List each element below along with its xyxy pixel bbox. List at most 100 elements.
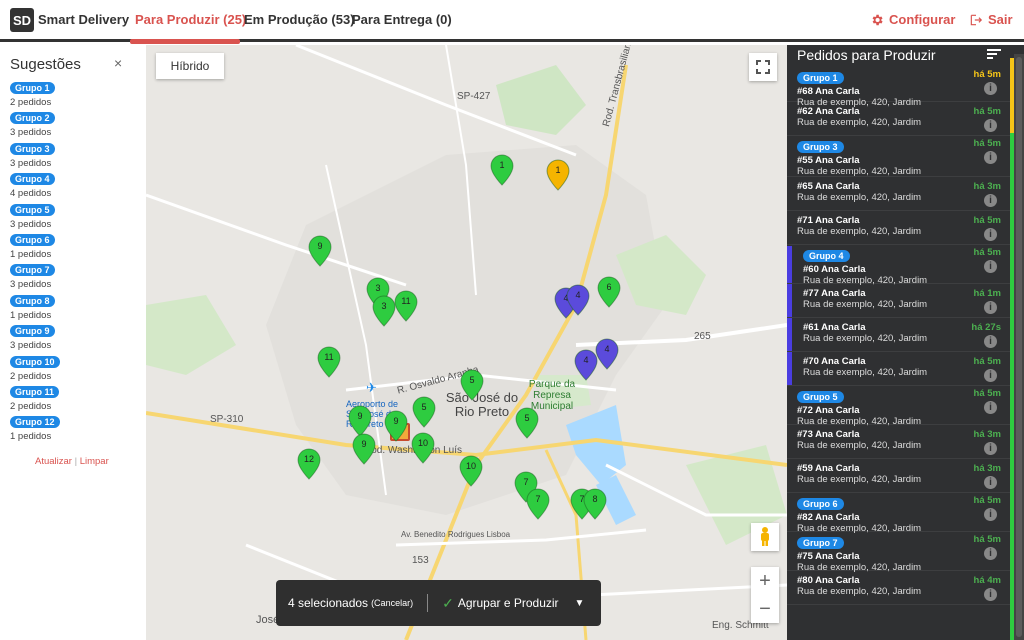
order-item[interactable]: Grupo 3 #55 Ana Carla Rua de exemplo, 420,… (787, 137, 1015, 177)
suggestion-group[interactable]: Grupo 7 3 pedidos (10, 260, 60, 290)
order-item[interactable]: #62 Ana Carla Rua de exemplo, 420, Jardim… (787, 102, 1015, 136)
info-icon[interactable]: i (984, 228, 997, 241)
chevron-down-icon[interactable]: ▼ (575, 598, 585, 609)
suggestion-group[interactable]: Grupo 10 2 pedidos (10, 352, 60, 382)
info-icon[interactable]: i (984, 82, 997, 95)
info-icon[interactable]: i (984, 335, 997, 348)
suggestion-group[interactable]: Grupo 11 2 pedidos (10, 382, 60, 412)
map-marker[interactable]: 11 (394, 290, 418, 322)
map-label-153: 153 (412, 555, 429, 566)
order-item[interactable]: #77 Ana Carla Rua de exemplo, 420, Jardim… (787, 284, 1015, 318)
group-badge[interactable]: Grupo 3 (10, 142, 55, 155)
tab-para-entrega[interactable]: Para Entrega (0) (352, 12, 452, 27)
tab-para-produzir[interactable]: Para Produzir (25) (135, 12, 246, 27)
map-marker[interactable]: 10 (459, 455, 483, 487)
configure-button[interactable]: Configurar (870, 12, 955, 27)
hybrid-map-button[interactable]: Híbrido (156, 53, 224, 79)
info-icon[interactable]: i (984, 442, 997, 455)
map-marker[interactable]: 11 (317, 346, 341, 378)
close-icon[interactable]: × (114, 55, 122, 71)
group-and-produce-button[interactable]: ✓ Agrupar e Produzir (442, 595, 558, 612)
fullscreen-button[interactable] (749, 53, 777, 81)
group-badge[interactable]: Grupo 4 (10, 173, 55, 186)
sort-icon[interactable] (987, 49, 1001, 61)
group-badge[interactable]: Grupo 5 (10, 203, 55, 216)
info-icon[interactable]: i (984, 119, 997, 132)
group-badge[interactable]: Grupo 8 (10, 294, 55, 307)
info-icon[interactable]: i (984, 194, 997, 207)
map-marker[interactable]: 4 (595, 338, 619, 370)
order-item[interactable]: #73 Ana Carla Rua de exemplo, 420, Jardim… (787, 425, 1015, 459)
cancel-selection-link[interactable]: (Cancelar) (371, 598, 413, 608)
order-item[interactable]: Grupo 1 #68 Ana Carla Rua de exemplo, 420,… (787, 68, 1015, 108)
suggestion-group[interactable]: Grupo 1 2 pedidos (10, 78, 60, 108)
info-icon[interactable]: i (984, 547, 997, 560)
group-badge[interactable]: Grupo 7 (10, 264, 55, 277)
tab-em-producao[interactable]: Em Produção (53) (244, 12, 355, 27)
zoom-out-button[interactable]: − (751, 595, 779, 623)
suggestion-group[interactable]: Grupo 9 3 pedidos (10, 321, 60, 351)
order-item[interactable]: Grupo 4 #60 Ana Carla Rua de exemplo, 420,… (787, 246, 1015, 286)
orders-scrollbar[interactable] (1014, 54, 1024, 640)
map-marker[interactable]: 10 (411, 432, 435, 464)
map-marker[interactable]: 8 (583, 488, 607, 520)
suggestion-group[interactable]: Grupo 3 3 pedidos (10, 139, 60, 169)
order-number: #77 Ana Carla (803, 288, 866, 299)
map-marker[interactable]: 9 (352, 433, 376, 465)
info-icon[interactable]: i (984, 260, 997, 273)
group-badge[interactable]: Grupo 6 (10, 233, 55, 246)
suggestion-group[interactable]: Grupo 6 1 pedidos (10, 230, 60, 260)
map-marker[interactable]: 6 (597, 276, 621, 308)
map-marker[interactable]: 9 (384, 410, 408, 442)
info-icon[interactable]: i (984, 301, 997, 314)
info-icon[interactable]: i (984, 401, 997, 414)
order-item[interactable]: #65 Ana Carla Rua de exemplo, 420, Jardim… (787, 177, 1015, 211)
order-item[interactable]: Grupo 5 #72 Ana Carla Rua de exemplo, 420,… (787, 387, 1015, 427)
info-icon[interactable]: i (984, 476, 997, 489)
order-item[interactable]: #61 Ana Carla Rua de exemplo, 420, Jardim… (787, 318, 1015, 352)
zoom-in-button[interactable]: + (751, 567, 779, 595)
map-marker[interactable]: 5 (460, 369, 484, 401)
refresh-link[interactable]: Atualizar (35, 456, 72, 467)
group-badge[interactable]: Grupo 1 (10, 82, 55, 94)
links-separator: | (74, 456, 78, 467)
order-item[interactable]: Grupo 6 #82 Ana Carla Rua de exemplo, 420,… (787, 494, 1015, 534)
orders-list: Grupo 1 #68 Ana Carla Rua de exemplo, 420,… (787, 67, 1015, 605)
status-stripe-green (1010, 133, 1014, 640)
info-icon[interactable]: i (984, 151, 997, 164)
group-badge[interactable]: Grupo 11 (10, 385, 60, 398)
order-item[interactable]: #59 Ana Carla Rua de exemplo, 420, Jardim… (787, 459, 1015, 493)
suggestion-group[interactable]: Grupo 12 1 pedidos (10, 412, 60, 442)
map-marker[interactable]: 5 (412, 396, 436, 428)
order-item[interactable]: Grupo 7 #75 Ana Carla Rua de exemplo, 420,… (787, 533, 1015, 573)
map-marker[interactable]: 9 (308, 235, 332, 267)
logout-button[interactable]: Sair (969, 12, 1013, 27)
map-marker[interactable]: 4 (566, 284, 590, 316)
map-canvas[interactable]: SP-427 SP-310 Rod. Transbrasiliana R. Os… (146, 45, 787, 640)
info-icon[interactable]: i (984, 588, 997, 601)
suggestion-group[interactable]: Grupo 5 3 pedidos (10, 200, 60, 230)
order-item[interactable]: #80 Ana Carla Rua de exemplo, 420, Jardim… (787, 571, 1015, 605)
scrollbar-thumb[interactable] (1016, 57, 1022, 637)
group-badge[interactable]: Grupo 12 (10, 416, 60, 429)
info-icon[interactable]: i (984, 508, 997, 521)
map-marker[interactable]: 7 (526, 488, 550, 520)
order-item[interactable]: #70 Ana Carla Rua de exemplo, 420, Jardim… (787, 352, 1015, 386)
marker-label: 8 (592, 494, 598, 504)
map-marker[interactable]: 1 (546, 159, 570, 191)
group-badge[interactable]: Grupo 9 (10, 325, 55, 338)
street-view-button[interactable] (751, 523, 779, 551)
suggestion-group[interactable]: Grupo 2 3 pedidos (10, 108, 60, 138)
group-badge[interactable]: Grupo 2 (10, 112, 55, 125)
clear-link[interactable]: Limpar (80, 456, 109, 467)
group-badge[interactable]: Grupo 10 (10, 355, 60, 368)
info-icon[interactable]: i (984, 369, 997, 382)
map-marker[interactable]: 1 (490, 154, 514, 186)
order-item[interactable]: #71 Ana Carla Rua de exemplo, 420, Jardim… (787, 211, 1015, 245)
map-marker[interactable]: 12 (297, 448, 321, 480)
order-time: há 5m (973, 247, 1001, 258)
map-marker[interactable]: 5 (515, 407, 539, 439)
suggestion-group[interactable]: Grupo 4 4 pedidos (10, 169, 60, 199)
suggestion-group[interactable]: Grupo 8 1 pedidos (10, 291, 60, 321)
map-marker[interactable]: 3 (372, 295, 396, 327)
